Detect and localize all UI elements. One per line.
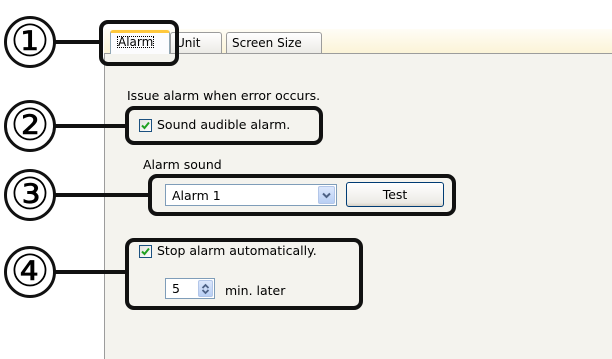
callout-number-3: ③ [4, 169, 56, 221]
callout-leader-3 [54, 193, 150, 197]
callout-leader-2 [54, 124, 127, 128]
callout-number-1: ① [4, 16, 56, 68]
callout-number-2: ② [4, 100, 56, 152]
tab-label: Unit [176, 36, 201, 50]
tab-label: Screen Size [232, 36, 302, 50]
callout-box-3 [148, 174, 456, 216]
tab-screen-size[interactable]: Screen Size [226, 32, 322, 53]
callout-leader-1 [54, 40, 101, 44]
callout-box-4 [125, 238, 363, 310]
alarm-sound-label: Alarm sound [143, 157, 222, 172]
callout-box-1 [99, 20, 179, 66]
callout-number-4: ④ [4, 246, 56, 298]
alarm-intro-text: Issue alarm when error occurs. [127, 88, 321, 103]
callout-leader-4 [54, 270, 127, 274]
callout-box-2 [125, 106, 323, 145]
